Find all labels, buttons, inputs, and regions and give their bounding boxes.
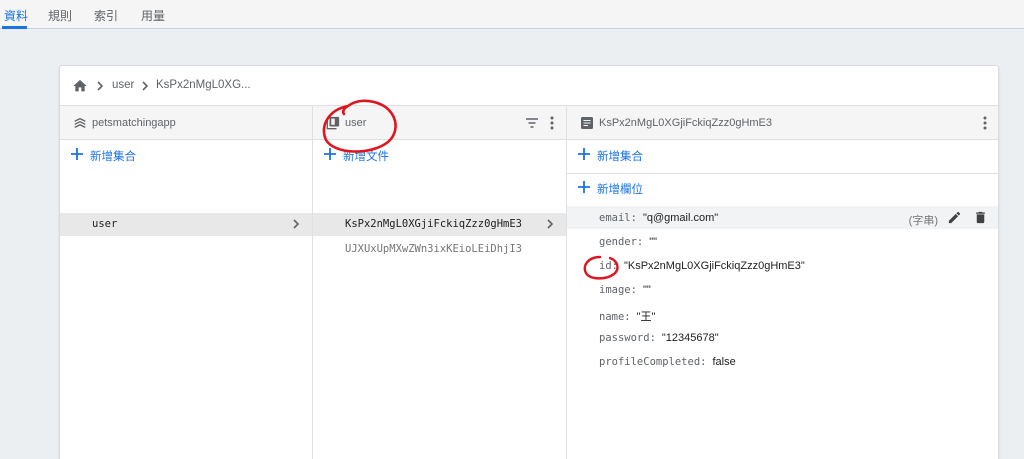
tab-rules[interactable]: 規則 <box>48 7 72 24</box>
add-collection-label: 新增集合 <box>90 151 136 163</box>
document-id: UJXUxUpMXwZWn3ixKEioLEiDhjI3 <box>345 243 523 255</box>
chevron-right-icon <box>293 219 300 229</box>
field-key: email: <box>599 212 637 224</box>
field-key-gender: gender: "" <box>599 236 657 248</box>
document-icon <box>581 117 593 129</box>
field-row-gender[interactable]: gender: "" <box>567 230 998 253</box>
field-key: id: <box>599 260 618 272</box>
collection-name: user <box>345 117 367 129</box>
field-key-email: email: "q@gmail.com" <box>599 212 718 224</box>
field-key: profileCompleted: <box>599 356 707 368</box>
field-row-id[interactable]: id: "KsPx2nMgL0XGjiFckiqZzz0gHmE3" <box>567 254 998 277</box>
field-value: "12345678" <box>661 332 719 344</box>
edit-icon[interactable] <box>947 210 962 225</box>
tab-indexes[interactable]: 索引 <box>94 7 118 24</box>
more-vert-icon[interactable] <box>982 115 988 131</box>
plus-icon <box>71 148 83 160</box>
field-value: false <box>712 356 736 368</box>
chevron-right-icon <box>142 81 149 91</box>
add-subcollection-button[interactable]: 新增集合 <box>567 140 998 170</box>
field-key: password: <box>599 332 656 344</box>
add-subcollection-label: 新增集合 <box>597 151 643 163</box>
field-value: "" <box>642 284 651 296</box>
document-title: KsPx2nMgL0XGjiFckiqZzz0gHmE3 <box>599 117 773 129</box>
add-field-button[interactable]: 新增欄位 <box>567 173 998 203</box>
field-value: "王" <box>636 311 656 323</box>
field-key-name: name: "王" <box>599 308 655 324</box>
field-value: "KsPx2nMgL0XGjiFckiqZzz0gHmE3" <box>623 260 805 272</box>
delete-icon[interactable] <box>973 210 988 225</box>
field-key: image: <box>599 284 637 296</box>
breadcrumb-collection[interactable]: user <box>112 79 134 91</box>
field-key-id: id: "KsPx2nMgL0XGjiFckiqZzz0gHmE3" <box>599 260 805 272</box>
plus-icon <box>578 148 590 160</box>
collection-item-user[interactable]: user <box>60 213 312 236</box>
field-value: "q@gmail.com" <box>642 212 719 224</box>
add-field-label: 新增欄位 <box>597 184 643 196</box>
more-vert-icon[interactable] <box>549 115 555 131</box>
add-collection-button[interactable]: 新增集合 <box>60 140 312 170</box>
tab-data[interactable]: 資料 <box>4 7 28 24</box>
collection-item-label: user <box>92 218 118 230</box>
top-tab-bar: 資料 規則 索引 用量 <box>0 0 1024 29</box>
documents-column: user 新增文件 KsPx2nMgL0XGjiFckiqZzz0gHmE3 U… <box>313 106 567 459</box>
project-name: petsmatchingapp <box>92 117 176 129</box>
project-icon <box>74 117 86 128</box>
collection-icon <box>326 116 340 130</box>
field-row-image[interactable]: image: "" <box>567 278 998 301</box>
field-row-password[interactable]: password: "12345678" <box>567 326 998 349</box>
field-type-label: (字串) <box>908 215 938 227</box>
tab-usage[interactable]: 用量 <box>141 7 165 24</box>
document-id: KsPx2nMgL0XGjiFckiqZzz0gHmE3 <box>345 218 523 230</box>
chevron-right-icon <box>547 219 554 229</box>
field-value: "" <box>649 236 658 248</box>
breadcrumb-document[interactable]: KsPx2nMgL0XG... <box>156 79 251 91</box>
field-key: gender: <box>599 236 644 248</box>
column-header: KsPx2nMgL0XGjiFckiqZzz0gHmE3 <box>567 106 998 140</box>
field-row-profilecompleted[interactable]: profileCompleted: false <box>567 350 998 373</box>
breadcrumb: user KsPx2nMgL0XG... <box>60 66 998 106</box>
home-icon[interactable] <box>72 78 88 94</box>
add-document-label: 新增文件 <box>343 151 389 163</box>
field-row-name[interactable]: name: "王" <box>567 302 998 325</box>
column-header: user <box>313 106 566 140</box>
field-row-email[interactable]: email: "q@gmail.com" (字串) <box>567 206 998 229</box>
collections-column: petsmatchingapp 新增集合 user <box>60 106 313 459</box>
active-tab-indicator <box>2 26 27 29</box>
column-header: petsmatchingapp <box>60 106 312 140</box>
plus-icon <box>324 148 336 160</box>
field-key: name: <box>599 311 631 323</box>
field-key-password: password: "12345678" <box>599 332 719 344</box>
document-item[interactable]: KsPx2nMgL0XGjiFckiqZzz0gHmE3 <box>313 213 566 236</box>
chevron-right-icon <box>97 81 104 91</box>
document-column: KsPx2nMgL0XGjiFckiqZzz0gHmE3 新增集合 新增欄位 e… <box>567 106 998 459</box>
add-document-button[interactable]: 新增文件 <box>313 140 566 170</box>
field-key-image: image: "" <box>599 284 651 296</box>
field-key-profilecompleted: profileCompleted: false <box>599 356 736 368</box>
document-item[interactable]: UJXUxUpMXwZWn3ixKEioLEiDhjI3 <box>313 238 566 261</box>
firestore-data-panel: user KsPx2nMgL0XG... petsmatchingapp 新增集… <box>59 65 999 459</box>
filter-icon[interactable] <box>525 116 539 130</box>
plus-icon <box>578 181 590 193</box>
